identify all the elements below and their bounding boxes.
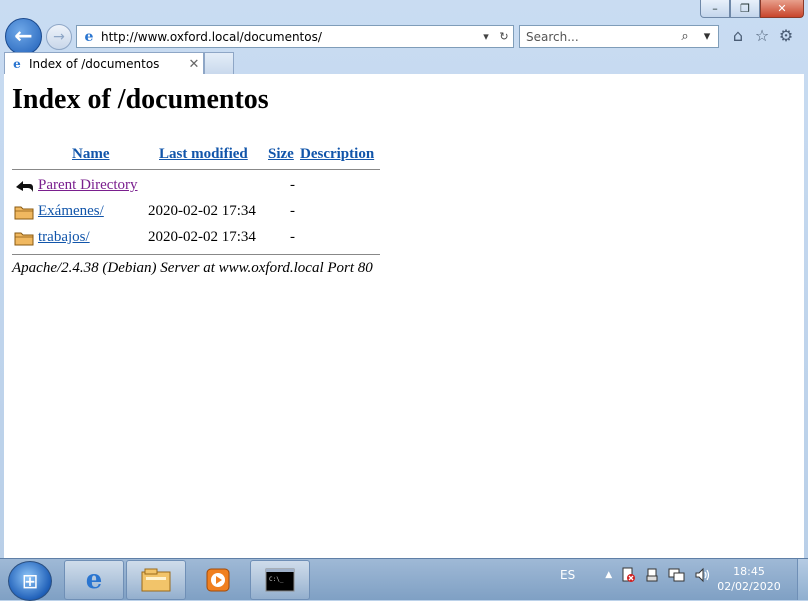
- row-size: -: [290, 203, 295, 219]
- search-dropdown-icon[interactable]: ▾: [696, 29, 718, 44]
- sort-by-size-link[interactable]: Size: [268, 146, 294, 163]
- folder-icon: [14, 206, 34, 220]
- examenes-folder-link[interactable]: Exámenes/: [38, 203, 104, 220]
- tab-title: Index of /documentos: [29, 57, 160, 71]
- sort-by-description-link[interactable]: Description: [300, 146, 374, 163]
- address-bar[interactable]: e http://www.oxford.local/documentos/ ▾ …: [76, 25, 514, 48]
- row-size: -: [290, 177, 295, 193]
- usb-device-icon[interactable]: [644, 567, 660, 583]
- tray-expand-icon[interactable]: ▲: [605, 570, 612, 580]
- file-explorer-icon: [141, 568, 171, 592]
- maximize-button[interactable]: ❐: [730, 0, 760, 18]
- windows-logo-icon: ⊞: [21, 569, 39, 593]
- taskbar: ⊞ e C:\_ ES ▲ 18:45 02/02/2020: [0, 558, 808, 601]
- forward-arrow-icon: →: [53, 29, 65, 45]
- favorites-icon[interactable]: ☆: [752, 24, 772, 46]
- close-button[interactable]: ✕: [760, 0, 804, 18]
- language-indicator[interactable]: ES: [560, 568, 575, 582]
- system-clock[interactable]: 18:45 02/02/2020: [714, 564, 784, 594]
- show-desktop-button[interactable]: [797, 559, 808, 600]
- table-row: Exámenes/ 2020-02-02 17:34 -: [12, 202, 382, 224]
- home-icon[interactable]: ⌂: [728, 24, 748, 46]
- page-content: Index of /documentos Name Last modified …: [4, 74, 804, 558]
- directory-listing: Name Last modified Size Description Pare…: [12, 146, 382, 255]
- taskbar-ie-button[interactable]: e: [64, 560, 124, 600]
- taskbar-media-player-button[interactable]: [188, 560, 248, 600]
- settings-gear-icon[interactable]: ⚙: [776, 24, 796, 46]
- system-tray: ES ▲: [560, 567, 712, 583]
- browser-tools: ⌂ ☆ ⚙: [728, 24, 796, 46]
- media-player-icon: [206, 568, 230, 592]
- table-row: Parent Directory -: [12, 176, 382, 198]
- clock-time: 18:45: [733, 565, 765, 578]
- back-arrow-icon: [16, 181, 33, 192]
- header-divider: [12, 169, 380, 170]
- page-title: Index of /documentos: [12, 84, 269, 115]
- minimize-button[interactable]: –: [700, 0, 730, 18]
- clock-date: 02/02/2020: [717, 580, 781, 593]
- server-signature: Apache/2.4.38 (Debian) Server at www.oxf…: [12, 260, 373, 276]
- row-size: -: [290, 229, 295, 245]
- internet-explorer-icon: e: [85, 565, 103, 595]
- search-icon[interactable]: ⌕: [674, 29, 696, 44]
- parent-directory-link[interactable]: Parent Directory: [38, 177, 138, 194]
- back-button[interactable]: ←: [5, 18, 42, 55]
- trabajos-folder-link[interactable]: trabajos/: [38, 229, 90, 246]
- ie-tab-icon: e: [13, 57, 21, 71]
- address-url[interactable]: http://www.oxford.local/documentos/: [101, 30, 477, 44]
- volume-icon[interactable]: [694, 567, 712, 583]
- search-input[interactable]: Search...: [520, 30, 674, 44]
- new-tab-button[interactable]: [204, 52, 234, 75]
- table-row: trabajos/ 2020-02-02 17:34 -: [12, 228, 382, 250]
- row-modified: 2020-02-02 17:34: [148, 229, 256, 245]
- window-controls: – ❐ ✕: [700, 0, 804, 18]
- forward-button[interactable]: →: [46, 24, 72, 50]
- ie-page-icon: e: [84, 28, 94, 45]
- taskbar-cmd-button[interactable]: C:\_: [250, 560, 310, 600]
- sort-by-last-modified-link[interactable]: Last modified: [159, 146, 248, 163]
- start-button[interactable]: ⊞: [8, 561, 52, 601]
- taskbar-explorer-button[interactable]: [126, 560, 186, 600]
- svg-text:C:\_: C:\_: [269, 576, 284, 583]
- command-prompt-icon: C:\_: [265, 568, 295, 592]
- refresh-icon[interactable]: ↻: [495, 30, 513, 43]
- back-arrow-icon: ←: [14, 24, 33, 49]
- tab-close-icon[interactable]: ✕: [185, 57, 203, 72]
- folder-icon: [14, 232, 34, 246]
- network-icon[interactable]: [668, 567, 686, 583]
- tab-index-documentos[interactable]: e Index of /documentos ✕: [4, 52, 204, 75]
- row-modified: 2020-02-02 17:34: [148, 203, 256, 219]
- listing-header: Name Last modified Size Description: [12, 146, 382, 166]
- action-center-icon[interactable]: [620, 567, 636, 583]
- tab-bar: e Index of /documentos ✕: [0, 51, 808, 75]
- address-dropdown-icon[interactable]: ▾: [477, 30, 495, 43]
- search-box[interactable]: Search... ⌕ ▾: [519, 25, 719, 48]
- sort-by-name-link[interactable]: Name: [72, 146, 110, 163]
- footer-divider: [12, 254, 380, 255]
